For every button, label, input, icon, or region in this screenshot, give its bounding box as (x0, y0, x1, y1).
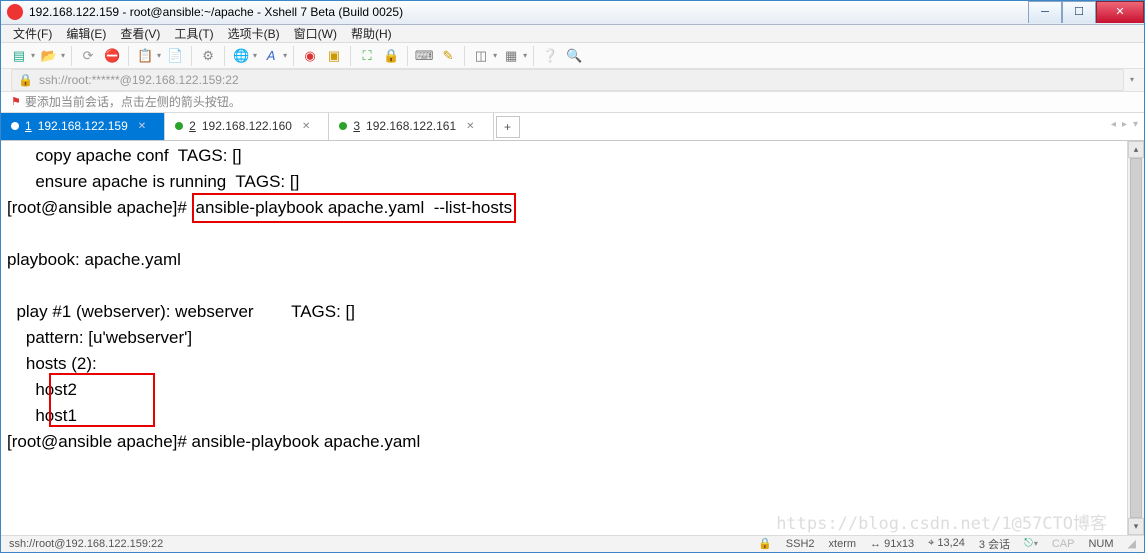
tab-num: 1 (25, 119, 32, 133)
scroll-down-icon[interactable]: ▾ (1128, 518, 1144, 535)
close-tab-icon[interactable]: ✕ (302, 121, 310, 132)
tab-num: 3 (353, 119, 360, 133)
xshell-logo-icon[interactable]: ◉ (300, 46, 320, 66)
tab-prev-icon[interactable]: ◂ (1111, 119, 1116, 130)
tab-1[interactable]: 1 192.168.122.159 ✕ (1, 113, 165, 140)
watermark: https://blog.csdn.net/1@57CTO博客 (776, 511, 1107, 535)
copy-icon[interactable]: 📋 (135, 46, 155, 66)
menu-view[interactable]: 查看(V) (120, 25, 160, 42)
terminal-area: copy apache conf TAGS: [] ensure apache … (1, 141, 1144, 535)
status-cap: CAP (1052, 538, 1075, 550)
term-line: play #1 (webserver): webserver TAGS: [] (7, 302, 355, 321)
resize-grip-icon[interactable]: ◢ (1128, 537, 1136, 550)
scroll-track[interactable] (1128, 158, 1144, 518)
close-button[interactable]: ✕ (1096, 1, 1144, 23)
globe-icon[interactable]: 🌐 (231, 46, 251, 66)
link-icon: ⎋ (1024, 537, 1033, 549)
reconnect-icon[interactable]: ⟳ (78, 46, 98, 66)
term-command: ansible-playbook apache.yaml (192, 432, 421, 451)
infobar-text: 要添加当前会话，点击左侧的箭头按钮。 (25, 93, 241, 110)
paste-icon[interactable]: 📄 (165, 46, 185, 66)
status-dot-icon (339, 122, 347, 130)
ssh-lock-icon: 🔒 (758, 537, 772, 550)
highlight-icon[interactable]: ✎ (438, 46, 458, 66)
scroll-thumb[interactable] (1130, 158, 1142, 518)
term-prompt: [root@ansible apache]# (7, 432, 192, 451)
term-line: playbook: apache.yaml (7, 250, 181, 269)
status-dot-icon (11, 122, 19, 130)
address-dropdown-icon[interactable]: ▾ (1130, 75, 1134, 84)
highlight-command-1: ansible-playbook apache.yaml --list-host… (192, 193, 517, 223)
link-dd-icon[interactable]: ▾ (1034, 539, 1038, 548)
session-tabs: 1 192.168.122.159 ✕ 2 192.168.122.160 ✕ … (1, 113, 1144, 141)
find-icon[interactable]: 🔍 (564, 46, 584, 66)
xftp-icon[interactable]: ▣ (324, 46, 344, 66)
size-icon: ↔ (870, 538, 881, 550)
infobar: ⚑ 要添加当前会话，点击左侧的箭头按钮。 (1, 92, 1144, 112)
address-bar: 🔒 ssh://root:******@192.168.122.159:22 ▾ (1, 69, 1144, 93)
address-input[interactable]: 🔒 ssh://root:******@192.168.122.159:22 (11, 69, 1124, 91)
lock-icon[interactable]: 🔒 (381, 46, 401, 66)
tab-list-icon[interactable]: ▾ (1133, 119, 1138, 130)
statusbar: ssh://root@192.168.122.159:22 🔒 SSH2 xte… (1, 535, 1144, 552)
status-size: 91x13 (884, 538, 914, 550)
term-line: pattern: [u'webserver'] (7, 328, 192, 347)
tab-label: 192.168.122.159 (38, 119, 128, 133)
term-line: ensure apache is running TAGS: [] (7, 172, 299, 191)
status-enc: xterm (829, 538, 857, 550)
tab-label: 192.168.122.160 (202, 119, 292, 133)
maximize-button[interactable]: ☐ (1062, 1, 1096, 23)
menu-help[interactable]: 帮助(H) (351, 25, 392, 42)
new-session-icon[interactable]: ▤ (9, 46, 29, 66)
term-line: hosts (2): (7, 354, 97, 373)
menu-tools[interactable]: 工具(T) (174, 25, 213, 42)
open-icon[interactable]: 📂 (39, 46, 59, 66)
flag-icon: ⚑ (11, 95, 21, 108)
toolbar: ▤▾ 📂▾ ⟳ ⛔ 📋▾ 📄 ⚙ 🌐▾ A▾ ◉ ▣ ⛶ 🔒 ⌨ ✎ ◫▾ ▦▾… (1, 43, 1144, 68)
menu-edit[interactable]: 编辑(E) (66, 25, 106, 42)
status-pos: 13,24 (937, 537, 965, 549)
disconnect-icon[interactable]: ⛔ (102, 46, 122, 66)
app-window: 192.168.122.159 - root@ansible:~/apache … (0, 0, 1145, 553)
tab-num: 2 (189, 119, 196, 133)
fullscreen-icon[interactable]: ⛶ (357, 46, 377, 66)
tab-label: 192.168.122.161 (366, 119, 456, 133)
status-proto: SSH2 (786, 538, 815, 550)
layout-icon[interactable]: ◫ (471, 46, 491, 66)
terminal[interactable]: copy apache conf TAGS: [] ensure apache … (1, 141, 1127, 535)
minimize-button[interactable]: ─ (1028, 1, 1062, 23)
close-tab-icon[interactable]: ✕ (138, 121, 146, 132)
tab-2[interactable]: 2 192.168.122.160 ✕ (165, 113, 329, 140)
scroll-up-icon[interactable]: ▴ (1128, 141, 1144, 158)
vertical-scrollbar[interactable]: ▴ ▾ (1127, 141, 1144, 535)
menubar: 文件(F) 编辑(E) 查看(V) 工具(T) 选项卡(B) 窗口(W) 帮助(… (1, 25, 1144, 44)
properties-icon[interactable]: ⚙ (198, 46, 218, 66)
tab-3[interactable]: 3 192.168.122.161 ✕ (329, 113, 493, 140)
window-buttons: ─ ☐ ✕ (1028, 2, 1144, 23)
xshell-icon (7, 4, 23, 20)
new-tab-button[interactable]: + (496, 116, 520, 138)
cursor-icon: ⌖ (928, 537, 934, 549)
titlebar: 192.168.122.159 - root@ansible:~/apache … (1, 1, 1144, 25)
menu-file[interactable]: 文件(F) (13, 25, 52, 42)
tab-next-icon[interactable]: ▸ (1122, 119, 1127, 130)
help-icon[interactable]: ❔ (540, 46, 560, 66)
address-text: ssh://root:******@192.168.122.159:22 (39, 73, 239, 87)
menu-window[interactable]: 窗口(W) (294, 25, 337, 42)
font-icon[interactable]: A (261, 46, 281, 66)
status-num: NUM (1088, 538, 1113, 550)
status-sessions: 3 会话 (979, 536, 1010, 552)
keyboard-icon[interactable]: ⌨ (414, 46, 434, 66)
lock-small-icon: 🔒 (18, 73, 33, 87)
tab-nav: ◂ ▸ ▾ (1111, 119, 1138, 130)
highlight-hosts (49, 373, 155, 427)
close-tab-icon[interactable]: ✕ (466, 121, 474, 132)
tile-icon[interactable]: ▦ (501, 46, 521, 66)
term-prompt: [root@ansible apache]# (7, 198, 192, 217)
status-dot-icon (175, 122, 183, 130)
menu-tab[interactable]: 选项卡(B) (228, 25, 280, 42)
status-path: ssh://root@192.168.122.159:22 (9, 538, 163, 550)
window-title: 192.168.122.159 - root@ansible:~/apache … (29, 5, 1028, 19)
term-line: copy apache conf TAGS: [] (7, 146, 242, 165)
